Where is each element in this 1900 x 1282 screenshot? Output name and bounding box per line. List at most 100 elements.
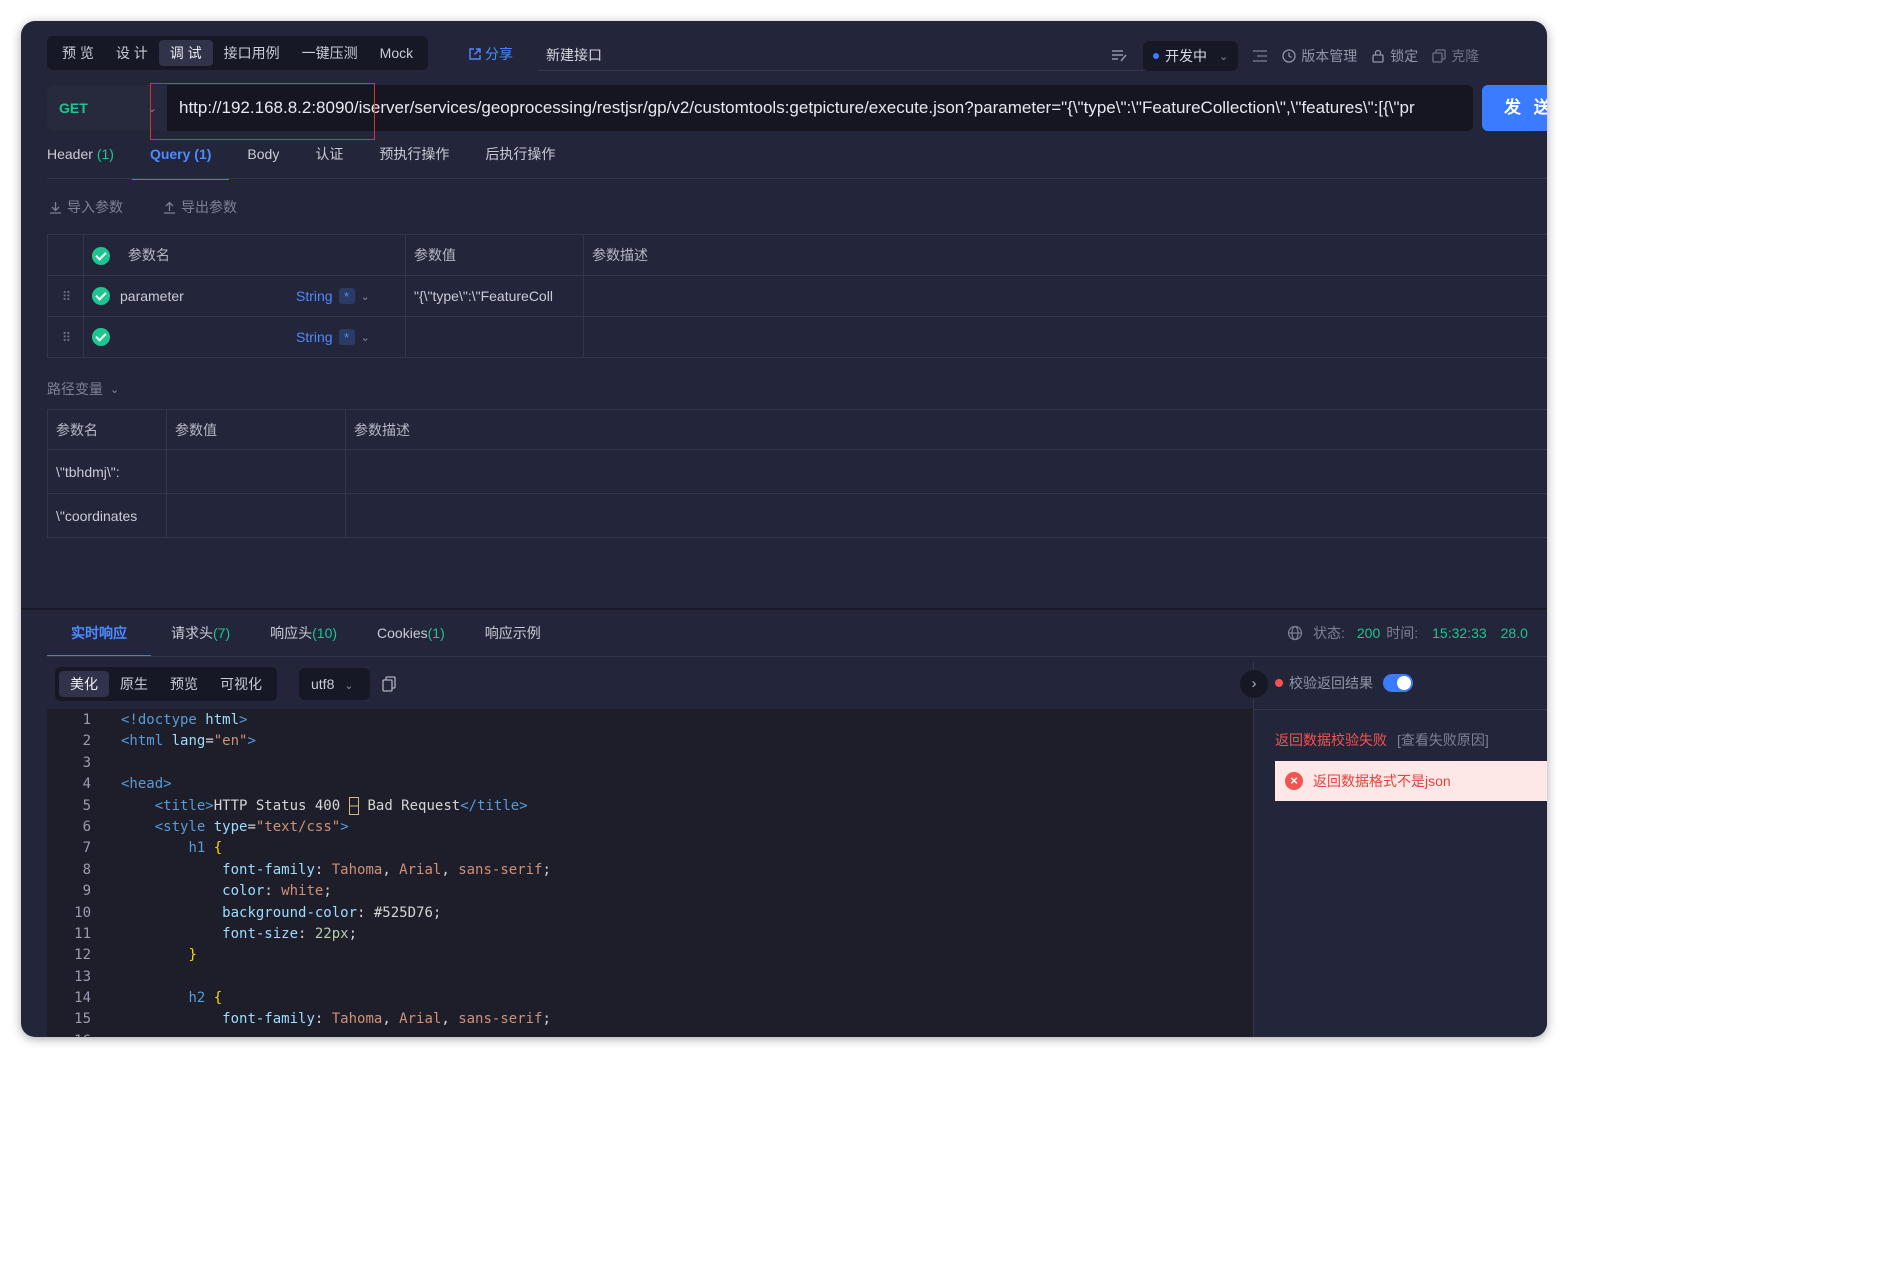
tab-header[interactable]: Header (1) (47, 139, 132, 179)
chevron-down-icon[interactable]: ⌄ (361, 331, 370, 344)
tab-body[interactable]: Body (229, 139, 297, 179)
tab-count: (10) (312, 625, 338, 641)
tab-label: Header (47, 146, 93, 162)
param-name-cell: parameter String * ⌄ (83, 275, 406, 317)
response-tabs-divider (47, 656, 1547, 657)
tab-api-cases[interactable]: 接口用例 (213, 40, 291, 66)
clone-label: 克隆 (1451, 48, 1480, 64)
verify-toggle[interactable] (1383, 674, 1413, 692)
param-desc-header: 参数描述 (345, 409, 1547, 450)
tab-mock[interactable]: Mock (369, 40, 424, 66)
header-label: 参数名 (127, 246, 170, 263)
tab-stress-test[interactable]: 一键压测 (291, 40, 369, 66)
lock-button[interactable]: 锁定 (1371, 46, 1418, 66)
tab-post-script[interactable]: 后执行操作 (467, 139, 573, 179)
param-type-select[interactable]: String (296, 288, 333, 304)
line-number: 12 (74, 947, 91, 964)
line-number: 14 (74, 990, 91, 1007)
code-text: h2 { (188, 990, 223, 1007)
tab-raw[interactable]: 原生 (109, 671, 159, 697)
tab-count: (1) (427, 625, 445, 641)
tab-design[interactable]: 设 计 (105, 40, 159, 66)
export-params-button[interactable]: 导出参数 (163, 197, 237, 217)
encoding-label: utf8 (311, 676, 335, 692)
status-code-value: 200 (1356, 625, 1381, 641)
chevron-down-icon[interactable]: ⌄ (361, 290, 370, 303)
param-value-input[interactable] (405, 316, 584, 358)
version-management-button[interactable]: 版本管理 (1282, 46, 1357, 66)
tab-visualize[interactable]: 可视化 (209, 671, 273, 697)
tab-beautify[interactable]: 美化 (59, 671, 109, 697)
response-code-editor[interactable]: 1 <!doctype html> 2 <html lang="en"> 3 4 <h… (47, 709, 1253, 1037)
error-alert: × 返回数据格式不是json (1275, 761, 1547, 801)
path-var-value-input[interactable] (166, 493, 346, 538)
tab-cookies[interactable]: Cookies(1) (357, 613, 465, 657)
tab-query[interactable]: Query (1) (131, 139, 230, 180)
status-label: 开发中 (1165, 48, 1207, 64)
method-select[interactable]: GET ⌄ (47, 85, 167, 131)
verify-result-toggle-row: 校验返回结果 (1275, 673, 1413, 693)
share-button[interactable]: 分享 (468, 44, 513, 64)
param-desc-input[interactable] (583, 275, 1547, 317)
status-select[interactable]: 开发中 ⌄ (1143, 41, 1239, 71)
param-value-input[interactable]: "{\"type\":\"FeatureColl (405, 275, 584, 317)
table-row: ⠿ String * ⌄ (47, 316, 1547, 358)
line-number: 16 (47, 1031, 91, 1037)
tab-live-response[interactable]: 实时响应 (47, 613, 151, 657)
row-checkbox[interactable] (92, 328, 110, 346)
list-icon[interactable] (1252, 49, 1268, 63)
tab-response-headers[interactable]: 响应头(10) (250, 613, 357, 657)
copy-icon[interactable] (382, 676, 396, 692)
required-toggle[interactable]: * (338, 288, 355, 304)
param-name-input[interactable]: parameter (120, 288, 296, 304)
param-type-select[interactable]: String (296, 329, 333, 345)
tab-debug[interactable]: 调 试 (158, 40, 213, 66)
import-params-button[interactable]: 导入参数 (49, 197, 123, 217)
code-line: 14 h2 { (47, 988, 1253, 1009)
view-fail-reason-link[interactable]: [查看失败原因] (1397, 732, 1489, 748)
code-text: <head> (121, 776, 172, 793)
top-right-actions: 开发中 ⌄ 版本管理 锁定 克隆 (1111, 41, 1479, 71)
tab-label: 后执行操作 (485, 146, 556, 162)
line-number: 9 (82, 883, 91, 900)
clone-button[interactable]: 克隆 (1432, 46, 1479, 66)
path-vars-toggle[interactable]: 路径变量 ⌄ (47, 379, 119, 399)
path-var-desc-input[interactable] (345, 449, 1547, 494)
path-var-desc-input[interactable] (345, 493, 1547, 538)
tab-request-headers[interactable]: 请求头(7) (151, 613, 250, 657)
send-button[interactable]: 发 送 (1482, 85, 1547, 131)
drag-handle[interactable]: ⠿ (47, 316, 84, 358)
row-checkbox[interactable] (92, 287, 110, 305)
code-text: <html lang="en"> (121, 733, 256, 750)
drag-handle-icon: ⠿ (61, 329, 71, 345)
tab-count: (7) (213, 625, 231, 641)
required-toggle[interactable]: * (338, 329, 355, 345)
param-desc-input[interactable] (583, 316, 1547, 358)
tab-preview[interactable]: 预 览 (51, 40, 105, 66)
path-var-value-input[interactable] (166, 449, 346, 494)
format-icon[interactable] (1111, 49, 1129, 63)
code-line: 11 font-size: 22px; (47, 924, 1253, 945)
code-text: color: white; (222, 883, 332, 900)
line-number: 15 (74, 1011, 91, 1028)
tab-label: 响应头 (270, 625, 313, 641)
line-number: 6 (82, 818, 91, 835)
select-all-checkbox[interactable] (92, 247, 110, 266)
resize-divider[interactable] (21, 608, 1547, 610)
tab-preview-response[interactable]: 预览 (159, 671, 209, 697)
import-params-label: 导入参数 (67, 199, 123, 215)
encoding-select[interactable]: utf8 ⌄ (299, 668, 370, 700)
chevron-right-icon[interactable]: › (1240, 670, 1268, 698)
code-line: 10 background-color: #525D76; (47, 903, 1253, 924)
code-line: 4 <head> (47, 774, 1253, 795)
tab-response-example[interactable]: 响应示例 (465, 613, 561, 657)
code-text: <style type="text/css"> (154, 818, 349, 835)
version-label: 版本管理 (1301, 48, 1358, 64)
tab-pre-script[interactable]: 预执行操作 (361, 139, 467, 179)
tab-auth[interactable]: 认证 (297, 139, 361, 179)
line-number: 1 (82, 712, 91, 728)
drag-handle[interactable]: ⠿ (47, 275, 84, 317)
code-text: } (188, 947, 197, 964)
api-name-input[interactable]: 新建接口 (538, 43, 1143, 71)
